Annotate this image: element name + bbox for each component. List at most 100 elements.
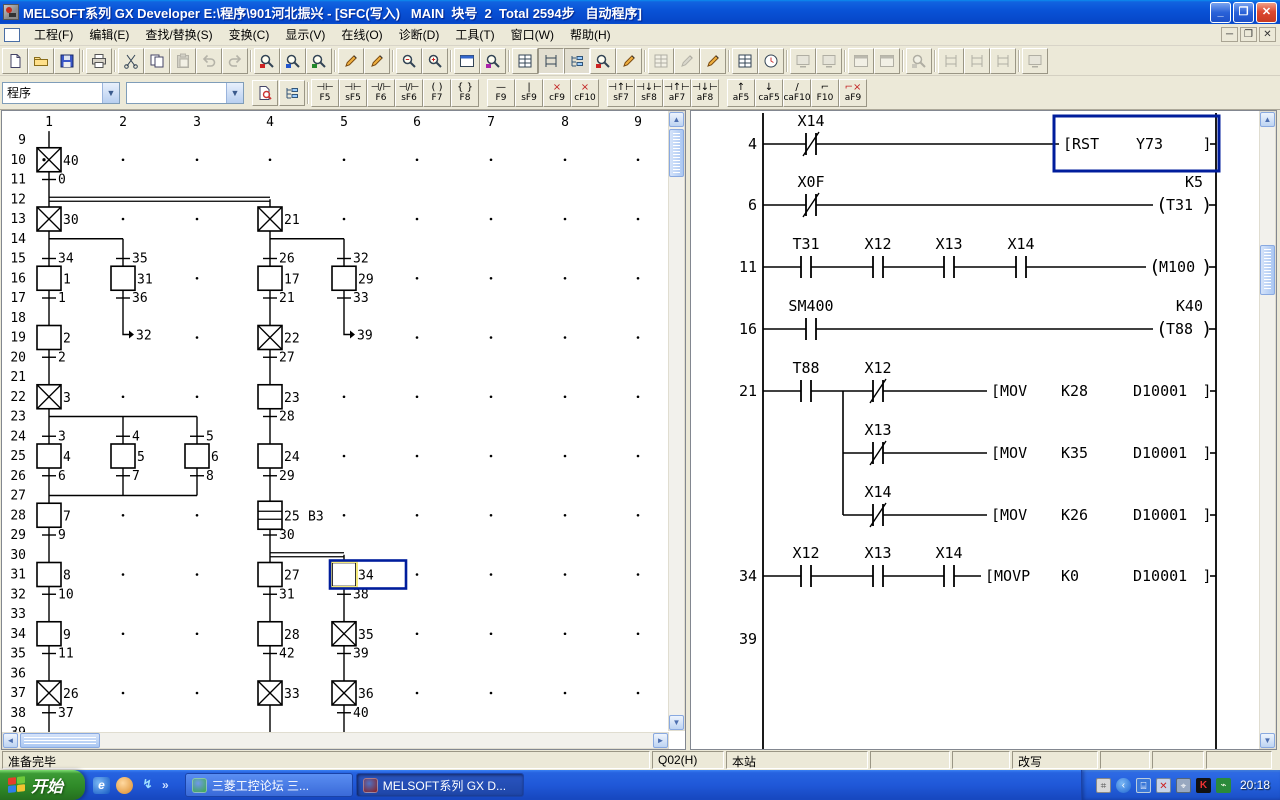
sfc-grid-dot[interactable] — [343, 218, 346, 221]
sfc-grid-dot[interactable] — [343, 158, 346, 161]
find-instruction-button[interactable] — [280, 48, 306, 74]
ladder-rung-6[interactable]: 6X0F(T31)K5 — [748, 173, 1216, 217]
network-icon[interactable]: ⌸ — [1136, 778, 1151, 793]
scroll-up-icon[interactable]: ▲ — [669, 112, 684, 127]
sfc-grid-dot[interactable] — [343, 455, 346, 458]
coil-M100[interactable]: (M100) — [1149, 256, 1216, 278]
sfc-grid-dot[interactable] — [637, 632, 640, 635]
sfc-vertical-scrollbar[interactable]: ▲ ▼ — [668, 111, 685, 731]
menu-3[interactable]: 变换(C) — [221, 23, 278, 46]
start-button[interactable]: 开始 — [0, 770, 85, 800]
sfc-transition-34[interactable]: 34 — [42, 252, 74, 267]
device-comment-button[interactable] — [480, 48, 506, 74]
sfc-transition-39[interactable]: 39 — [337, 647, 369, 662]
fkey-F10-button[interactable]: ⌐F10 — [811, 79, 839, 107]
sfc-step-4[interactable]: 4 — [37, 444, 71, 468]
sfc-grid-dot[interactable] — [122, 158, 125, 161]
sfc-step-7[interactable]: 7 — [37, 503, 71, 527]
sfc-grid-dot[interactable] — [637, 277, 640, 280]
sfc-step-22[interactable]: 22 — [258, 326, 300, 350]
menu-7[interactable]: 工具(T) — [447, 23, 502, 46]
sfc-transition-6[interactable]: 6 — [42, 469, 66, 484]
sfc-grid-dot[interactable] — [196, 218, 199, 221]
sfc-grid-dot[interactable] — [343, 395, 346, 398]
contact-X13-nc[interactable]: X13 — [864, 421, 891, 465]
sfc-grid-dot[interactable] — [637, 395, 640, 398]
sfc-transition-33[interactable]: 33 — [337, 291, 369, 306]
restore-button[interactable]: ❐ — [1233, 2, 1254, 23]
sfc-transition-3[interactable]: 3 — [42, 429, 66, 444]
fkey-aF9-button[interactable]: ⌐×aF9 — [839, 79, 867, 107]
instruction-MOV[interactable]: [MOVK35D10001] — [991, 444, 1216, 462]
sfc-grid-dot[interactable] — [564, 455, 567, 458]
sfc-grid-dot[interactable] — [637, 455, 640, 458]
sfc-grid-dot[interactable] — [490, 514, 493, 517]
contact-X14-no[interactable]: X14 — [1007, 235, 1034, 278]
coil-T31[interactable]: (T31)K5 — [1156, 173, 1216, 216]
contact-X14-no[interactable]: X14 — [935, 544, 962, 587]
sfc-grid-dot[interactable] — [637, 218, 640, 221]
coil-T88[interactable]: (T88)K40 — [1156, 297, 1216, 340]
scroll-down-icon[interactable]: ▼ — [1260, 733, 1275, 748]
sfc-transition-10[interactable]: 10 — [42, 587, 74, 602]
sfc-step-34[interactable]: 34 — [332, 563, 374, 587]
mdi-minimize-button[interactable]: ─ — [1221, 27, 1238, 42]
fkey-cF9-button[interactable]: ×cF9 — [543, 79, 571, 107]
menu-9[interactable]: 帮助(H) — [562, 23, 619, 46]
sfc-step-23[interactable]: 23 — [258, 385, 300, 409]
new-project-button[interactable] — [2, 48, 28, 74]
ladder-canvas[interactable]: 4X14[RSTY73]6X0F(T31)K511T31X12X13X14(M1… — [691, 111, 1257, 749]
instruction-MOV[interactable]: [MOVK26D10001] — [991, 506, 1216, 524]
replace-device-button[interactable] — [338, 48, 364, 74]
sfc-grid-dot[interactable] — [416, 573, 419, 576]
print-button[interactable] — [86, 48, 112, 74]
contact-X12-no[interactable]: X12 — [792, 544, 819, 587]
sfc-step-8[interactable]: 8 — [37, 563, 71, 587]
sfc-grid-dot[interactable] — [122, 632, 125, 635]
chevron-down-icon[interactable]: ▼ — [102, 83, 119, 103]
sfc-grid-dot[interactable] — [490, 395, 493, 398]
sfc-hscroll-thumb[interactable] — [20, 733, 100, 748]
sfc-step-40[interactable]: 40 — [37, 148, 79, 172]
sfc-step-27[interactable]: 27 — [258, 563, 300, 587]
cut-button[interactable] — [118, 48, 144, 74]
menu-6[interactable]: 诊断(D) — [391, 23, 448, 46]
sfc-transition-26[interactable]: 26 — [263, 252, 295, 267]
contact-X12-nc[interactable]: X12 — [864, 359, 891, 403]
sfc-grid-dot[interactable] — [564, 514, 567, 517]
find-device-button[interactable] — [254, 48, 280, 74]
contact-T88-no[interactable]: T88 — [792, 359, 819, 402]
sfc-grid-dot[interactable] — [416, 218, 419, 221]
ladder-vertical-scrollbar[interactable]: ▲ ▼ — [1259, 111, 1276, 749]
sfc-grid-dot[interactable] — [416, 455, 419, 458]
sfc-transition-2[interactable]: 2 — [42, 350, 66, 365]
cross-reference-button[interactable] — [396, 48, 422, 74]
sfc-horizontal-scrollbar[interactable]: ◄ ► — [2, 732, 669, 749]
sfc-transition-8[interactable]: 8 — [190, 469, 214, 484]
sfc-step-33[interactable]: 33 — [258, 681, 300, 705]
transfer-setup-button[interactable] — [512, 48, 538, 74]
sfc-transition-5[interactable]: 5 — [190, 429, 214, 444]
project-tree-button[interactable] — [279, 80, 305, 106]
sfc-transition-9[interactable]: 9 — [42, 528, 66, 543]
contact-X13-no[interactable]: X13 — [864, 544, 891, 587]
ladder-rung-39[interactable]: 39 — [739, 630, 757, 648]
sfc-grid-dot[interactable] — [196, 395, 199, 398]
sfc-grid-dot[interactable] — [490, 455, 493, 458]
sfc-grid-dot[interactable] — [122, 218, 125, 221]
mdi-restore-button[interactable]: ❐ — [1240, 27, 1257, 42]
scroll-up-icon[interactable]: ▲ — [1260, 112, 1275, 127]
sfc-grid-dot[interactable] — [196, 632, 199, 635]
fkey-F5-button[interactable]: ⊣⊢F5 — [311, 79, 339, 107]
sfc-transition-7[interactable]: 7 — [116, 469, 140, 484]
scroll-down-icon[interactable]: ▼ — [669, 715, 684, 730]
menu-1[interactable]: 编辑(E) — [81, 23, 137, 46]
ladder-rung-34[interactable]: 34X12X13X14[MOVPK0D10001] — [739, 544, 1216, 587]
sfc-transition-29[interactable]: 29 — [263, 469, 295, 484]
sfc-grid-dot[interactable] — [196, 692, 199, 695]
find-step-button[interactable] — [590, 48, 616, 74]
sfc-grid-dot[interactable] — [416, 514, 419, 517]
instruction-MOV[interactable]: [MOVK28D10001] — [991, 382, 1216, 400]
sfc-step-35[interactable]: 35 — [332, 622, 374, 646]
sfc-transition-42[interactable]: 42 — [263, 647, 295, 662]
